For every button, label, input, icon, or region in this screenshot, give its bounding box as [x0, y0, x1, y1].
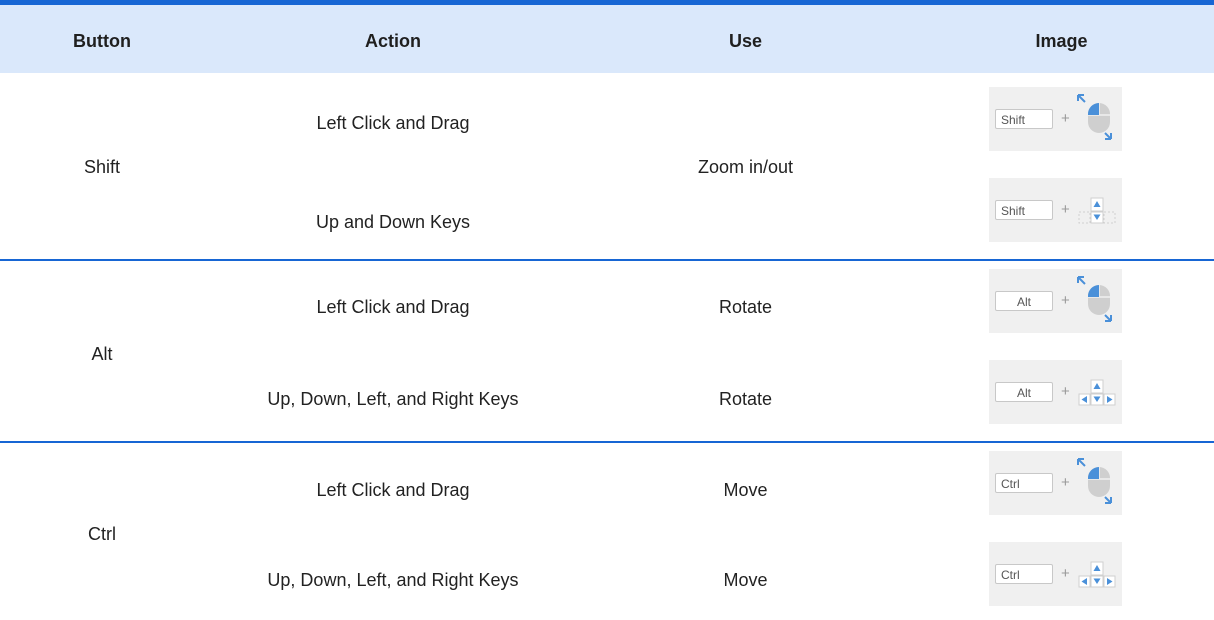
header-image: Image: [1035, 31, 1088, 51]
key-label: Shift: [995, 200, 1053, 220]
key-label: Ctrl: [995, 564, 1053, 584]
button-cell: Alt: [91, 344, 113, 364]
key-label: Alt: [995, 382, 1053, 402]
use-cell: Rotate: [718, 297, 773, 317]
mouse-icon: [1077, 276, 1112, 322]
plus-icon: +: [1061, 383, 1070, 400]
action-cell: Left Click and Drag: [316, 480, 470, 500]
table-header: Button Action Use Image: [0, 0, 1214, 73]
button-cell: Ctrl: [88, 524, 116, 544]
action-cell: Left Click and Drag: [316, 113, 470, 133]
plus-icon: +: [1061, 292, 1070, 309]
plus-icon: +: [1061, 201, 1070, 218]
button-cell: Shift: [83, 157, 121, 177]
shortcut-image: Ctrl +: [989, 542, 1122, 606]
mouse-icon: [1077, 458, 1112, 504]
use-cell: Move: [723, 570, 768, 590]
table-group-ctrl: Ctrl Left Click and Drag Up, Down, Left,…: [0, 443, 1214, 620]
key-label: Shift: [995, 109, 1053, 129]
use-cell: Rotate: [718, 389, 773, 409]
header-use: Use: [728, 31, 763, 51]
use-cell: Zoom in/out: [697, 157, 794, 177]
shortcut-image: Alt +: [989, 269, 1122, 333]
table-group-shift: Shift Left Click and Drag Up and Down Ke…: [0, 73, 1214, 260]
action-cell: Left Click and Drag: [316, 297, 470, 317]
plus-icon: +: [1061, 565, 1070, 582]
action-cell: Up, Down, Left, and Right Keys: [267, 570, 519, 590]
up-down-arrow-keys-icon: [1078, 197, 1116, 224]
key-label: Alt: [995, 291, 1053, 311]
shortcut-image: Shift +: [989, 178, 1122, 242]
key-label: Ctrl: [995, 473, 1053, 493]
action-cell: Up, Down, Left, and Right Keys: [267, 389, 519, 409]
mouse-icon: [1077, 94, 1112, 140]
header-button: Button: [73, 31, 131, 51]
plus-icon: +: [1061, 474, 1070, 491]
plus-icon: +: [1061, 110, 1070, 127]
table-group-alt: Alt Left Click and Drag Up, Down, Left, …: [0, 261, 1214, 442]
controls-table: Button Action Use Image Shift Left Click…: [0, 0, 1214, 620]
arrow-keys-icon: [1078, 379, 1116, 406]
use-cell: Move: [723, 480, 768, 500]
shortcut-image: Alt +: [989, 360, 1122, 424]
arrow-keys-icon: [1078, 561, 1116, 588]
shortcut-image: Shift +: [989, 87, 1122, 151]
header-action: Action: [365, 31, 421, 51]
action-cell: Up and Down Keys: [315, 212, 471, 232]
shortcut-image: Ctrl +: [989, 451, 1122, 515]
